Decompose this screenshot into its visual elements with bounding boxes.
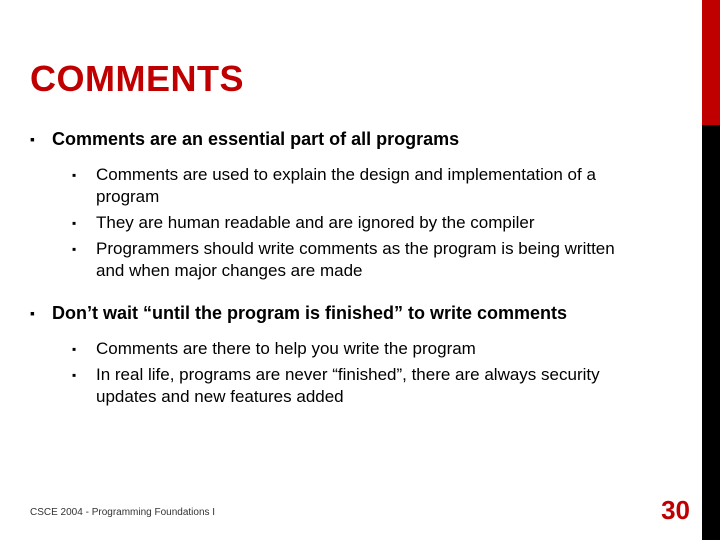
bullet-icon: ▪ bbox=[72, 212, 84, 234]
bullet-icon: ▪ bbox=[72, 338, 84, 360]
heading-text: Comments are an essential part of all pr… bbox=[42, 128, 459, 150]
slide-title: COMMENTS bbox=[30, 58, 670, 100]
list-item: ▪ Comments are there to help you write t… bbox=[72, 338, 670, 360]
heading-text: Don’t wait “until the program is finishe… bbox=[42, 302, 567, 324]
section-heading: ▪ Comments are an essential part of all … bbox=[30, 128, 670, 150]
slide: COMMENTS ▪ Comments are an essential par… bbox=[0, 0, 720, 540]
bullet-icon: ▪ bbox=[30, 128, 42, 150]
content-area: COMMENTS ▪ Comments are an essential par… bbox=[30, 58, 670, 428]
page-number: 30 bbox=[661, 495, 690, 526]
item-text: They are human readable and are ignored … bbox=[84, 212, 535, 234]
list-item: ▪ Programmers should write comments as t… bbox=[72, 238, 670, 282]
bullet-icon: ▪ bbox=[72, 364, 84, 408]
item-text: In real life, programs are never “finish… bbox=[84, 364, 644, 408]
list-item: ▪ In real life, programs are never “fini… bbox=[72, 364, 670, 408]
item-text: Comments are used to explain the design … bbox=[84, 164, 644, 208]
item-text: Comments are there to help you write the… bbox=[84, 338, 476, 360]
sub-bullet-group: ▪ Comments are used to explain the desig… bbox=[72, 164, 670, 282]
sub-bullet-group: ▪ Comments are there to help you write t… bbox=[72, 338, 670, 408]
bullet-icon: ▪ bbox=[72, 238, 84, 282]
footer-text: CSCE 2004 - Programming Foundations I bbox=[30, 507, 215, 518]
bullet-icon: ▪ bbox=[72, 164, 84, 208]
section-heading: ▪ Don’t wait “until the program is finis… bbox=[30, 302, 670, 324]
list-item: ▪ Comments are used to explain the desig… bbox=[72, 164, 670, 208]
item-text: Programmers should write comments as the… bbox=[84, 238, 644, 282]
bullet-icon: ▪ bbox=[30, 302, 42, 324]
list-item: ▪ They are human readable and are ignore… bbox=[72, 212, 670, 234]
accent-bar-red bbox=[702, 0, 720, 125]
